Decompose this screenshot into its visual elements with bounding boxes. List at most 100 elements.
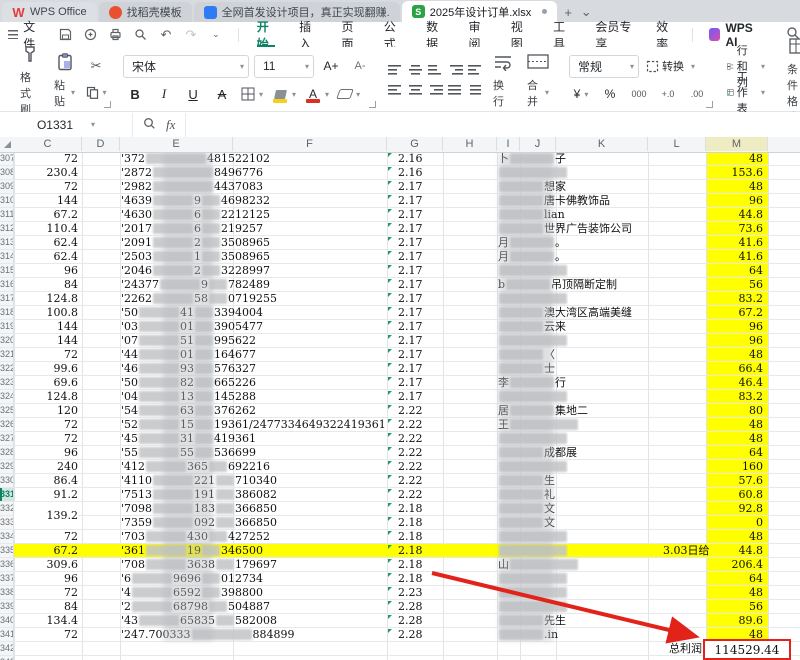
table-row[interactable]: 321 72'44 01 164677 2.17 〈 48: [0, 348, 800, 362]
percent-button[interactable]: %: [598, 85, 622, 104]
cell-c[interactable]: 96: [14, 572, 78, 585]
cell-g[interactable]: 2.17: [387, 194, 450, 207]
table-row[interactable]: 312 110.4'2017 6 219257 2.17 世界广告装饰公司 73.6: [0, 222, 800, 236]
insert-function-search-icon[interactable]: [143, 117, 156, 133]
cell-m[interactable]: 206.4: [706, 558, 764, 571]
table-row[interactable]: 334 72'703 430 427252 2.18 48: [0, 530, 800, 544]
cell-c[interactable]: 91.2: [14, 488, 79, 501]
cell-m[interactable]: 48: [706, 432, 763, 445]
increase-indent-icon[interactable]: [468, 62, 484, 76]
row-header[interactable]: 307: [0, 152, 14, 165]
cell-e-f[interactable]: '52 15 19361/2477334649322419361: [121, 418, 385, 431]
cell-c[interactable]: 72: [14, 530, 78, 543]
row-header[interactable]: 329: [0, 460, 14, 473]
print-icon[interactable]: [108, 27, 124, 43]
cell-c[interactable]: 144: [14, 194, 78, 207]
table-row[interactable]: 340 134.4'43 65835 582008 2.28 先生 89.6: [0, 614, 800, 628]
cell-g[interactable]: 2.17: [387, 222, 450, 235]
worksheet-button[interactable]: 工作表 ▾: [725, 71, 767, 115]
cell-g[interactable]: 2.28: [387, 628, 450, 641]
cell-c[interactable]: 124.8: [14, 292, 79, 305]
row-header[interactable]: 327: [0, 432, 14, 445]
convert-button[interactable]: 转换 ▾: [644, 57, 697, 76]
cell-m[interactable]: 83.2: [706, 292, 764, 305]
table-row[interactable]: 322 99.6'46 93 576327 2.17 士 66.4: [0, 362, 800, 376]
cell-c[interactable]: 84: [14, 600, 78, 613]
cell-g[interactable]: 2.22: [387, 418, 450, 431]
cell-c[interactable]: 72: [14, 348, 78, 361]
cell-c[interactable]: 100.8: [14, 306, 79, 319]
cell-m[interactable]: 41.6: [706, 250, 764, 263]
cell-l-note[interactable]: 3.03日给: [663, 544, 709, 557]
cell-g[interactable]: 2.18: [387, 516, 450, 529]
row-header[interactable]: 333: [0, 516, 14, 529]
cell-m[interactable]: 48: [706, 530, 763, 543]
cell-g[interactable]: 2.17: [387, 362, 450, 375]
cell-m[interactable]: 80: [706, 404, 763, 417]
row-header[interactable]: 337: [0, 572, 14, 585]
decrease-font-button[interactable]: A-: [348, 57, 372, 76]
number-format-select[interactable]: 常规 ▾: [569, 54, 640, 78]
row-header[interactable]: 314: [0, 250, 14, 263]
table-row[interactable]: 330 86.4'4110 221 710340 2.22 生 57.6: [0, 474, 800, 488]
row-header[interactable]: 308: [0, 166, 14, 179]
cell-c[interactable]: 134.4: [14, 614, 79, 627]
cell-g[interactable]: 2.23: [387, 586, 450, 599]
table-row[interactable]: 307 72'372 481522102 2.16 卜子 48: [0, 152, 800, 166]
table-row[interactable]: 327 72'45 31 419361 2.22 48: [0, 432, 800, 446]
select-all-corner-icon[interactable]: [4, 141, 11, 148]
cell-g[interactable]: 2.18: [387, 530, 450, 543]
table-row[interactable]: 319 144'03 01 3905477 2.17 云来 96: [0, 320, 800, 334]
cell-m[interactable]: 64: [706, 572, 763, 585]
row-header[interactable]: 310: [0, 194, 14, 207]
row-header[interactable]: 339: [0, 600, 14, 613]
table-row[interactable]: 311 67.2'4630 6 2212125 2.17 lian 44.8: [0, 208, 800, 222]
cell-g[interactable]: 2.17: [387, 376, 450, 389]
cell-c[interactable]: 72: [14, 586, 78, 599]
column-header-m[interactable]: M: [706, 137, 768, 151]
name-box[interactable]: O1331 ▾: [0, 112, 133, 137]
export-pdf-icon[interactable]: [83, 27, 99, 43]
merge-cells-button[interactable]: 合并 ▾: [523, 48, 553, 111]
cell-g[interactable]: 2.17: [387, 390, 450, 403]
formula-input[interactable]: [186, 113, 800, 137]
cell-c[interactable]: 72: [14, 418, 78, 431]
row-header[interactable]: 315: [0, 264, 14, 277]
row-header[interactable]: 325: [0, 404, 14, 417]
cell-c[interactable]: 62.4: [14, 236, 79, 249]
row-header[interactable]: 332: [0, 502, 14, 515]
cell-g[interactable]: 2.18: [387, 572, 450, 585]
cell-c[interactable]: 144: [14, 320, 78, 333]
align-bottom-icon[interactable]: [428, 62, 444, 76]
cell-g[interactable]: 2.17: [387, 334, 450, 347]
row-header[interactable]: 328: [0, 446, 14, 459]
cell-c[interactable]: 124.8: [14, 390, 79, 403]
column-header-i[interactable]: I: [497, 137, 520, 151]
table-row[interactable]: 309 72'2982 4437083 2.17 想家 48: [0, 180, 800, 194]
cell-c[interactable]: 72: [14, 432, 78, 445]
table-row[interactable]: 339 84'2 68798 504887 2.28 56: [0, 600, 800, 614]
cell-g[interactable]: 2.22: [387, 432, 450, 445]
row-header[interactable]: 340: [0, 614, 14, 627]
currency-button[interactable]: ¥ ▾: [569, 85, 593, 104]
paste-button[interactable]: 粘贴 ▾: [50, 48, 79, 111]
table-row[interactable]: 331 91.2'7513 191 386082 2.22 礼 60.8: [0, 488, 800, 502]
cell-m[interactable]: 0: [706, 516, 763, 529]
row-header[interactable]: 317: [0, 292, 14, 305]
align-top-icon[interactable]: [388, 62, 404, 76]
row-header[interactable]: 335: [0, 544, 14, 557]
cell-c[interactable]: 120: [14, 404, 78, 417]
table-row[interactable]: 333'7359 092 366850 2.18 文 0: [0, 516, 800, 530]
cell-g[interactable]: 2.17: [387, 348, 450, 361]
menu-item-4[interactable]: 数据: [414, 20, 456, 51]
cell-c[interactable]: 309.6: [14, 558, 79, 571]
row-header[interactable]: 336: [0, 558, 14, 571]
cut-button[interactable]: ✂: [85, 57, 107, 75]
table-row[interactable]: 310 144'4639 9 4698232 2.17 唐卡佛教饰品 96: [0, 194, 800, 208]
cell-c[interactable]: 144: [14, 334, 78, 347]
cell-m[interactable]: 44.8: [706, 544, 764, 557]
customize-toolbar-chevron-icon[interactable]: ⌄: [208, 27, 224, 43]
column-header-g[interactable]: G: [387, 137, 443, 151]
cell-m[interactable]: 96: [706, 334, 763, 347]
cell-g[interactable]: 2.17: [387, 180, 450, 193]
